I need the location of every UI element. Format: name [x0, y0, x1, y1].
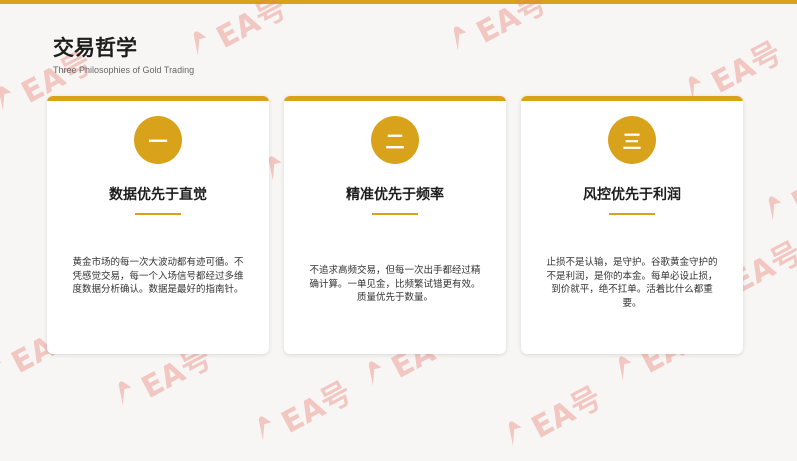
watermark-logo-icon	[442, 17, 483, 63]
watermark-logo-icon	[0, 347, 18, 393]
watermark-logo-icon	[757, 187, 797, 233]
card-number-badge: 一	[134, 116, 182, 164]
watermark-logo-icon	[107, 372, 148, 418]
card-description: 不追求高频交易，但每一次出手都经过精确计算。一单见金，比频繁试错更有效。质量优先…	[309, 265, 481, 303]
watermark-logo-icon	[357, 352, 398, 398]
watermark: EA号	[441, 0, 553, 66]
card-title: 精准优先于频率	[346, 187, 444, 203]
card-divider	[609, 213, 655, 215]
watermark-logo-icon	[607, 347, 648, 393]
card-description: 黄金市场的每一次大波动都有迹可循。不凭感觉交易，每一个入场信号都经过多维度数据分…	[72, 257, 244, 295]
watermark: EA号	[756, 148, 797, 236]
card-number-badge: 三	[608, 116, 656, 164]
watermark: EA号	[246, 368, 358, 456]
philosophy-card-2: 二 精准优先于频率 不追求高频交易，但每一次出手都经过精确计算。一单见金，比频繁…	[284, 96, 506, 354]
card-divider	[135, 213, 181, 215]
card-accent-bar	[47, 96, 269, 101]
watermark-logo-icon	[497, 412, 538, 458]
card-divider	[372, 213, 418, 215]
card-description: 止损不是认输，是守护。谷歌黄金守护的不是利润，是你的本金。每单必设止损，到价就平…	[546, 257, 718, 309]
philosophy-card-1: 一 数据优先于直觉 黄金市场的每一次大波动都有迹可循。不凭感觉交易，每一个入场信…	[47, 96, 269, 354]
watermark: EA号	[181, 0, 293, 71]
watermark: EA号	[496, 373, 608, 461]
watermark-logo-icon	[182, 22, 223, 68]
card-title: 数据优先于直觉	[109, 187, 207, 203]
card-accent-bar	[284, 96, 506, 101]
top-accent-bar	[0, 0, 797, 4]
page-title: 交易哲学	[53, 36, 137, 60]
watermark-logo-icon	[247, 407, 288, 453]
card-accent-bar	[521, 96, 743, 101]
philosophy-card-3: 三 风控优先于利润 止损不是认输，是守护。谷歌黄金守护的不是利润，是你的本金。每…	[521, 96, 743, 354]
card-number-badge: 二	[371, 116, 419, 164]
watermark-logo-icon	[0, 77, 28, 123]
card-title: 风控优先于利润	[583, 187, 681, 203]
page-subtitle: Three Philosophies of Gold Trading	[53, 65, 195, 75]
